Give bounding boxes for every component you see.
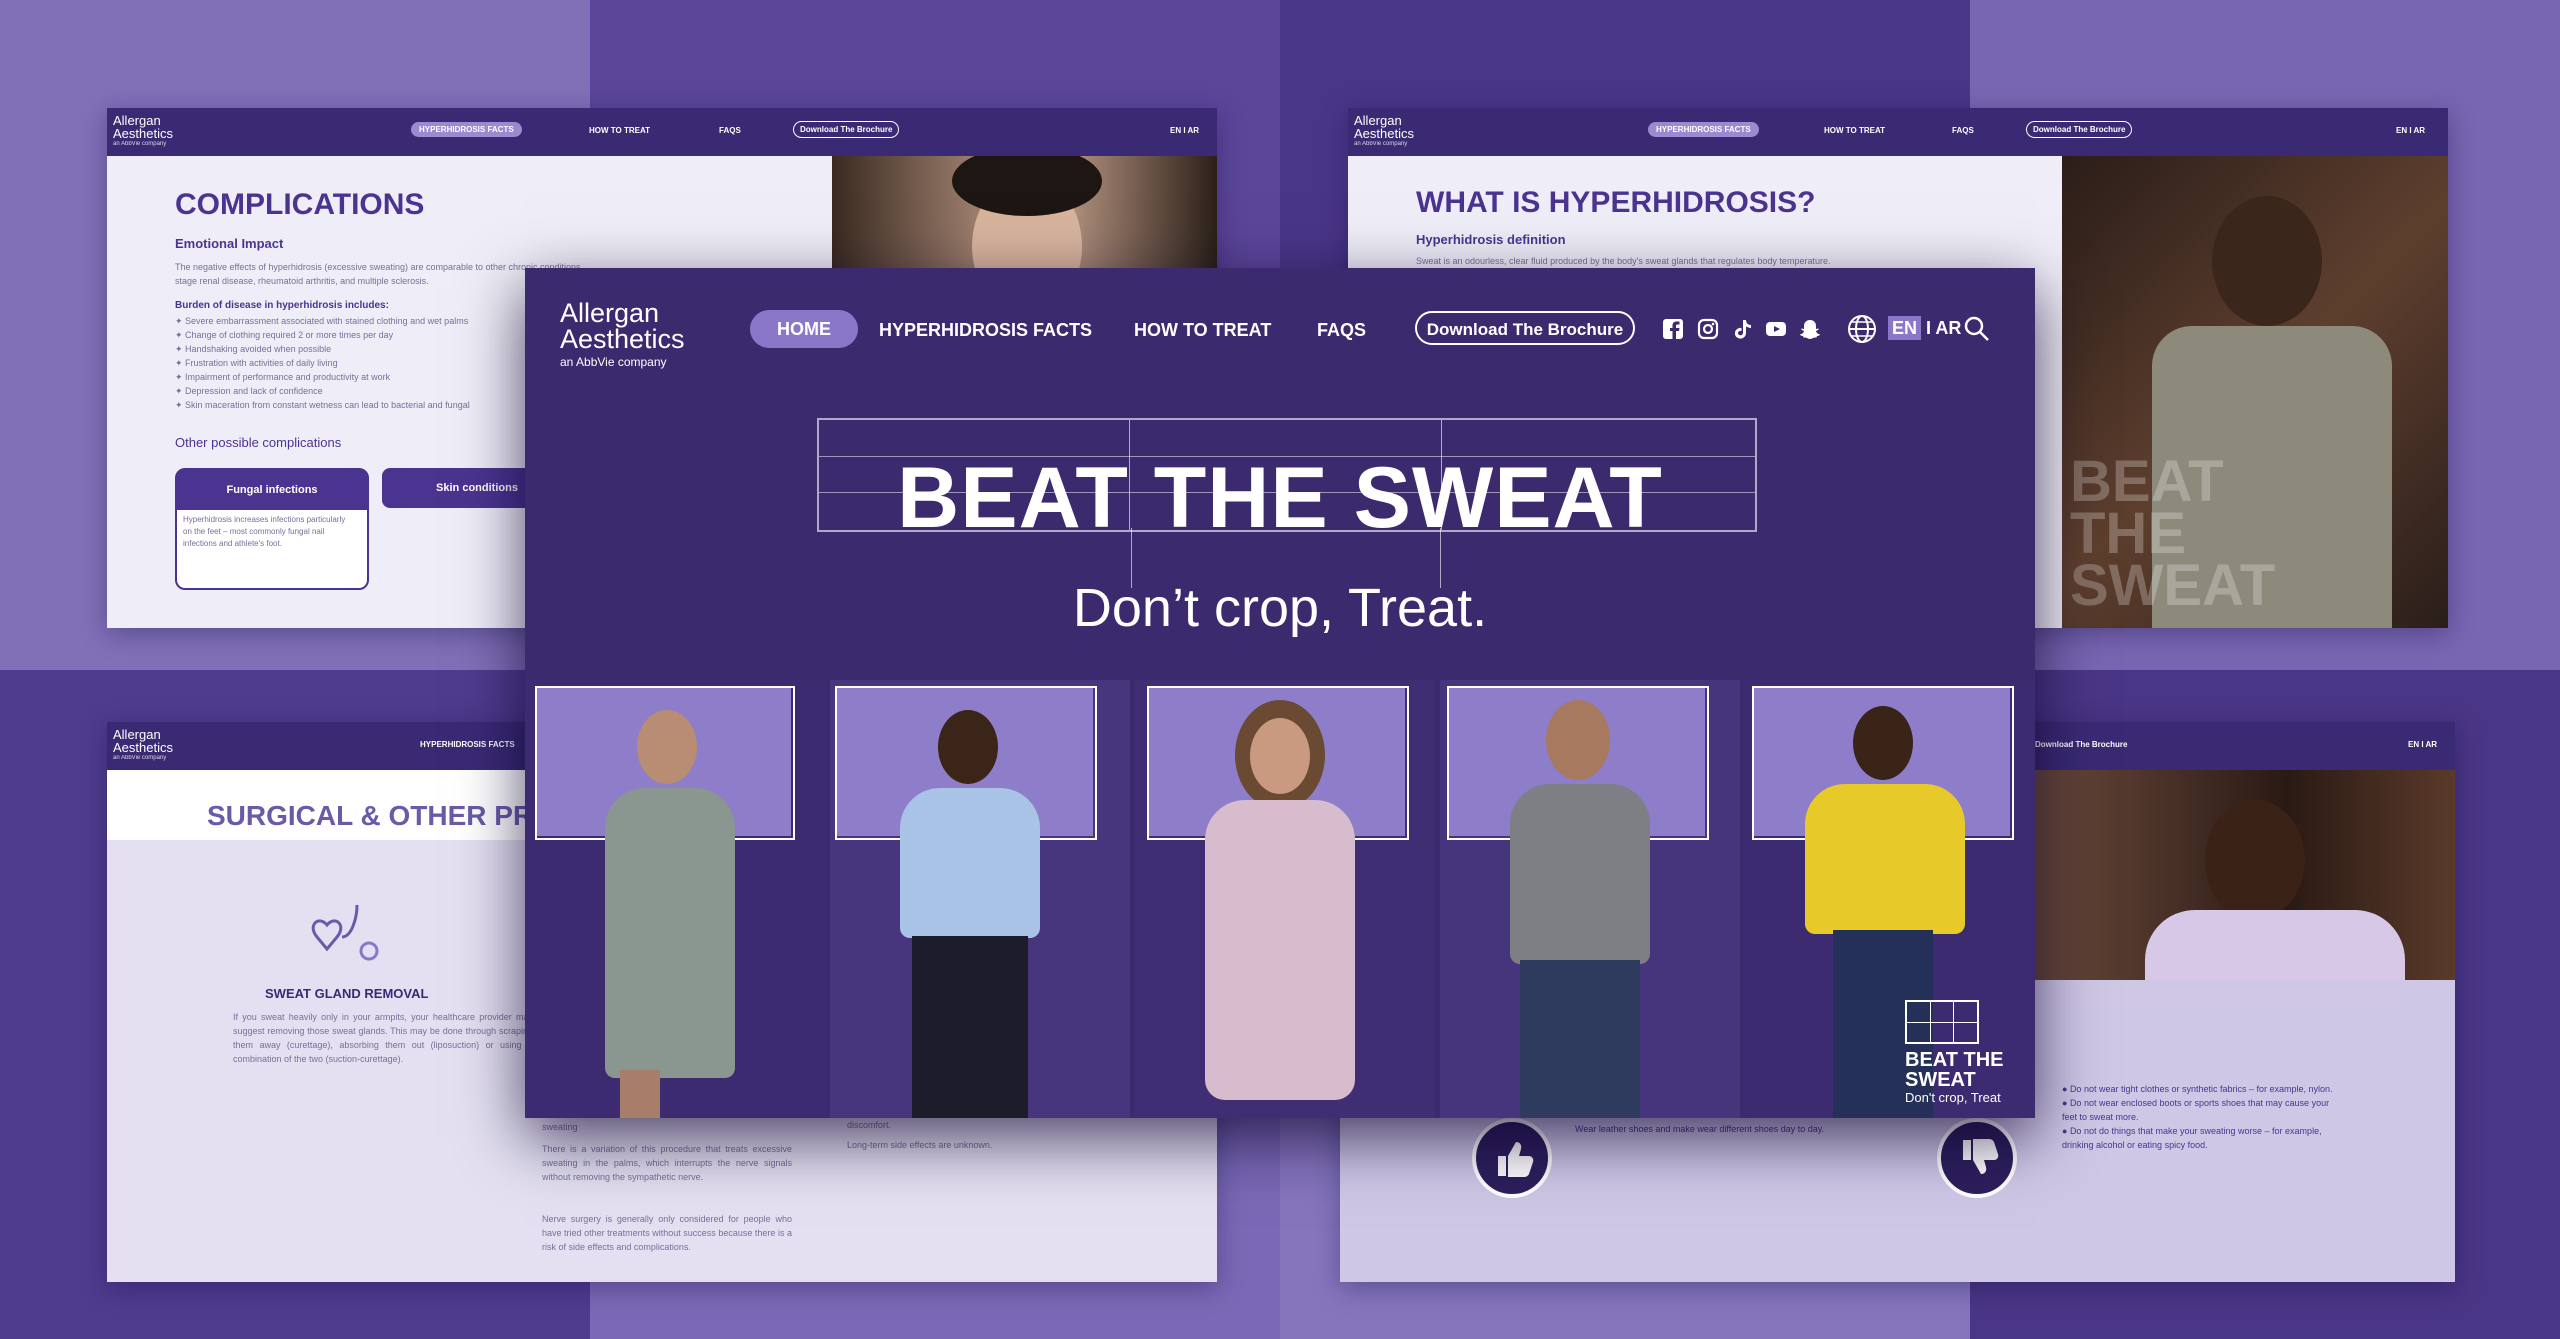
list-item: ✦ Skin maceration from constant wetness … (175, 400, 470, 410)
nav-faqs[interactable]: FAQS (1952, 126, 1974, 135)
badge-title: BEAT THE SWEAT (1905, 1049, 2004, 1091)
brochure-link[interactable]: Download The Brochure (2035, 740, 2127, 749)
nav-how-to-treat[interactable]: HOW TO TREAT (1134, 320, 1271, 341)
lang-switch[interactable]: EN I AR (2408, 740, 2437, 749)
person-card (1440, 680, 1740, 1118)
brochure-button[interactable]: Download The Brochure (2026, 121, 2133, 138)
download-brochure-button[interactable]: Download The Brochure (1415, 311, 1635, 345)
tip-left: Wear leather shoes and make wear differe… (1575, 1124, 1825, 1134)
tab-text: Hyperhidrosis increases infections parti… (183, 515, 346, 548)
nav-facts[interactable]: HYPERHIDROSIS FACTS (411, 122, 522, 137)
person-card: BEAT THE SWEAT Don't crop, Treat (1745, 680, 2035, 1118)
section-subtitle: Hyperhidrosis definition (1416, 232, 1566, 247)
panel-logo[interactable]: Allergan Aesthetics an AbbVie company (113, 114, 173, 148)
list-item: ✦ Impairment of performance and producti… (175, 372, 391, 382)
globe-icon[interactable] (1847, 314, 1877, 344)
youtube-icon[interactable] (1765, 318, 1787, 340)
man-headphones-photo: BEAT THE SWEAT (2062, 156, 2448, 628)
burden-title: Burden of disease in hyperhidrosis inclu… (175, 300, 389, 311)
tab-fungal[interactable]: Fungal infections (177, 470, 367, 510)
nav-facts[interactable]: HYPERHIDROSIS FACTS (420, 740, 515, 749)
nav-how-to-treat[interactable]: HOW TO TREAT (589, 126, 650, 135)
list-item: ✦ Severe embarrassment associated with s… (175, 316, 469, 326)
panel-nav: Allergan Aesthetics an AbbVie company HYPE… (1348, 108, 2448, 156)
language-switch[interactable]: EN I AR (1888, 316, 1961, 340)
badge-tagline: Don't crop, Treat (1905, 1090, 2001, 1105)
paragraph: There is a variation of this procedure t… (542, 1144, 792, 1182)
hero-title: BEAT THE SWEAT (897, 450, 1663, 546)
list-item: ✦ Handshaking avoided when possible (175, 344, 332, 354)
instagram-icon[interactable] (1697, 318, 1719, 340)
nav-faqs[interactable]: FAQS (1317, 320, 1366, 341)
list-item: ✦ Change of clothing required 2 or more … (175, 330, 394, 340)
list-item: ● Do not wear tight clothes or synthetic… (2062, 1084, 2333, 1094)
list-item: ✦ Depression and lack of confidence (175, 386, 323, 396)
watermark-text: BEAT THE SWEAT (2070, 449, 2276, 618)
panel-logo[interactable]: Allergan Aesthetics an AbbVie company (1354, 114, 1414, 148)
section-text: If you sweat heavily only in your armpit… (233, 1012, 533, 1064)
nav-hyperhidrosis-facts[interactable]: HYPERHIDROSIS FACTS (879, 320, 1092, 341)
page-title: WHAT IS HYPERHIDROSIS? (1416, 186, 1816, 219)
tips-list: ● Do not wear tight clothes or synthetic… (2062, 1082, 2342, 1152)
paragraph: discomfort. (847, 1120, 892, 1130)
search-icon[interactable] (1963, 315, 1991, 343)
panel-nav: Allergan Aesthetics an AbbVie company HYPE… (107, 108, 1217, 156)
section-subtitle: Emotional Impact (175, 236, 284, 251)
beat-the-sweat-badge: BEAT THE SWEAT Don't crop, Treat (1905, 1000, 2025, 1110)
panel-logo[interactable]: Allergan Aesthetics an AbbVie company (113, 728, 173, 762)
page-title: COMPLICATIONS (175, 188, 425, 221)
paragraph: Long-term side effects are unknown. (847, 1140, 993, 1150)
lang-en[interactable]: EN (1888, 316, 1922, 340)
nav-faqs[interactable]: FAQS (719, 126, 741, 135)
list-item: ✦ Frustration with activities of daily l… (175, 358, 338, 368)
section-title: SWEAT GLAND REMOVAL (265, 986, 429, 1001)
tiktok-icon[interactable] (1731, 318, 1753, 340)
snapchat-icon[interactable] (1799, 318, 1821, 340)
nav-how-to-treat[interactable]: HOW TO TREAT (1824, 126, 1885, 135)
hero-subtitle: Don’t crop, Treat. (1072, 578, 1488, 638)
badge-crop-icon (1905, 1000, 1979, 1044)
page-title: SURGICAL & OTHER PR (207, 800, 534, 831)
list-item: ● Do not do things that make your sweati… (2062, 1126, 2322, 1150)
burden-list: ✦ Severe embarrassment associated with s… (175, 314, 535, 412)
main-nav: Allergan Aesthetics an AbbVie company HOME… (525, 268, 2035, 388)
lang-switch[interactable]: EN I AR (2396, 126, 2425, 135)
complication-card[interactable]: Fungal infections Hyperhidrosis increase… (175, 468, 369, 590)
lang-switch[interactable]: EN I AR (1170, 126, 1199, 135)
lang-ar[interactable]: AR (1935, 318, 1961, 338)
woman-thinking-photo (2035, 770, 2455, 980)
main-website: Allergan Aesthetics an AbbVie company HOME… (525, 268, 2035, 1118)
brochure-button[interactable]: Download The Brochure (793, 121, 900, 138)
thumbs-up-icon[interactable] (1472, 1118, 1552, 1198)
facebook-icon[interactable] (1662, 318, 1684, 340)
paragraph: Nerve surgery is generally only consider… (542, 1214, 792, 1252)
brand-logo[interactable]: Allergan Aesthetics an AbbVie company (560, 300, 685, 372)
stethoscope-heart-icon (297, 897, 387, 977)
definition-text: Sweat is an odourless, clear fluid produ… (1416, 256, 1831, 266)
person-card (1135, 680, 1435, 1118)
person-card (830, 680, 1130, 1118)
person-card (525, 680, 825, 1118)
sweating-label: sweating (542, 1122, 578, 1132)
nav-home[interactable]: HOME (750, 310, 858, 348)
list-item: ● Do not wear enclosed boots or sports s… (2062, 1098, 2330, 1122)
woman-photo (832, 156, 1217, 276)
thumbs-down-icon[interactable] (1937, 1118, 2017, 1198)
nav-facts[interactable]: HYPERHIDROSIS FACTS (1648, 122, 1759, 137)
other-title: Other possible complications (175, 435, 342, 450)
